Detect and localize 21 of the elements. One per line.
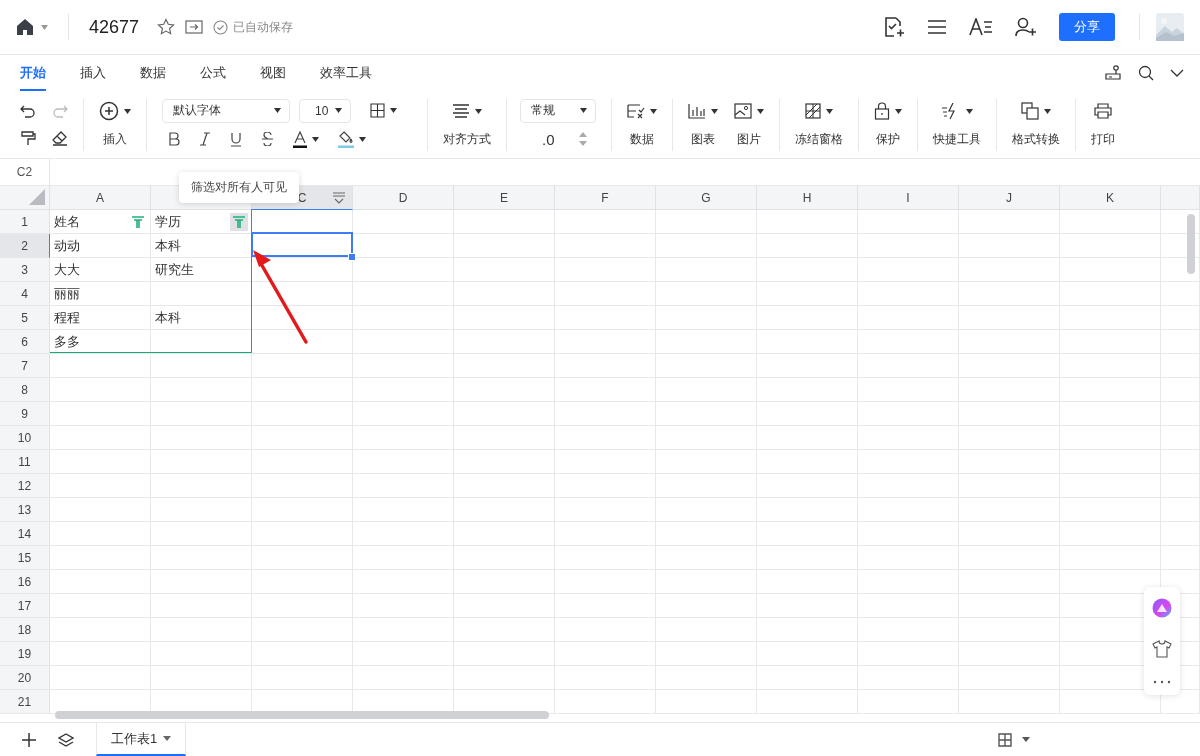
column-label: H [802, 190, 812, 205]
column-label: F [601, 190, 609, 205]
column-label: G [701, 190, 711, 205]
column-label: K [1106, 190, 1114, 205]
column-label: E [500, 190, 508, 205]
tooltip: 筛选对所有人可见 [179, 172, 299, 203]
cell-text: 程程 [54, 308, 80, 327]
cell-text: 本科 [155, 308, 181, 327]
column-label: J [1006, 190, 1012, 205]
cell-text: 研究生 [155, 260, 194, 279]
cell-text: 大大 [54, 260, 80, 279]
cell-text: 学历 [155, 212, 181, 231]
cell-text: 丽丽 [54, 284, 80, 303]
save-status: 已自动保存 [233, 18, 294, 36]
cell-text: 姓名 [54, 212, 80, 231]
cell-text: 本科 [155, 236, 181, 255]
column-label: D [398, 190, 408, 205]
cell-text: 多多 [54, 332, 80, 351]
column-label: I [906, 190, 910, 205]
column-label: A [96, 190, 104, 205]
cell-text: 动动 [54, 236, 80, 255]
